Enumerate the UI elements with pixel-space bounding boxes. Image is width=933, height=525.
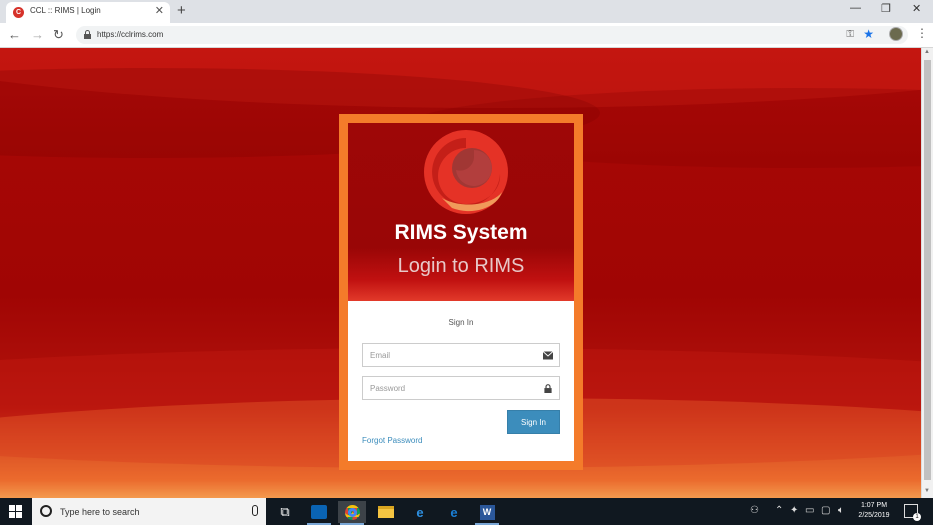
- envelope-icon: [543, 351, 553, 360]
- new-tab-button[interactable]: +: [177, 1, 186, 21]
- url-text: https://cclrims.com: [97, 30, 164, 39]
- scroll-up-icon[interactable]: ▲: [924, 49, 930, 55]
- sign-in-button[interactable]: Sign In: [507, 410, 560, 434]
- microphone-icon[interactable]: [252, 505, 258, 516]
- show-hidden-icons-chevron-icon[interactable]: ⌃: [775, 505, 783, 516]
- clock-time: 1:07 PM: [860, 502, 888, 509]
- volume-icon[interactable]: 🔈︎: [838, 505, 844, 516]
- key-icon[interactable]: ⚿: [846, 29, 854, 40]
- dropbox-icon[interactable]: ✦: [790, 505, 798, 516]
- minimize-window-button[interactable]: —: [850, 2, 861, 14]
- forgot-password-link[interactable]: Forgot Password: [362, 436, 422, 445]
- email-field: [362, 343, 560, 367]
- browser-toolbar: ← → ↻ https://cclrims.com ⚿ ★: [0, 23, 933, 48]
- action-center-icon[interactable]: 1: [904, 504, 921, 521]
- forward-arrow-icon[interactable]: →: [31, 26, 44, 44]
- login-heading: Login to RIMS: [397, 255, 525, 277]
- file-explorer-icon[interactable]: [372, 501, 400, 523]
- people-icon[interactable]: ⚇: [750, 505, 759, 516]
- more-menu-icon[interactable]: ⋮: [916, 26, 928, 40]
- profile-avatar[interactable]: [889, 27, 903, 41]
- login-card: RIMS System Login to RIMS Sign In Sign I…: [339, 114, 583, 470]
- password-field: [362, 376, 560, 400]
- battery-icon[interactable]: ▭: [805, 505, 814, 516]
- windows-start-icon[interactable]: [9, 505, 22, 518]
- taskbar-clock[interactable]: 1:07 PM 2/25/2019: [855, 501, 893, 521]
- reload-icon[interactable]: ↻: [53, 26, 64, 44]
- lock-icon: [84, 30, 91, 39]
- notification-count-badge: 1: [913, 513, 921, 521]
- scroll-thumb[interactable]: [924, 60, 931, 480]
- chrome-icon[interactable]: [338, 501, 366, 525]
- restore-window-button[interactable]: ❐: [881, 2, 891, 15]
- close-tab-icon[interactable]: ✕: [155, 4, 164, 17]
- tab-title: CCL :: RIMS | Login: [30, 6, 101, 15]
- site-favicon-icon: C: [13, 7, 24, 18]
- taskbar-search-placeholder: Type here to search: [60, 507, 140, 517]
- word-icon[interactable]: W: [473, 501, 501, 525]
- edge-icon[interactable]: e: [440, 501, 468, 523]
- close-window-button[interactable]: ✕: [912, 2, 921, 15]
- browser-tab[interactable]: C CCL :: RIMS | Login ✕: [6, 2, 170, 23]
- clock-date: 2/25/2019: [858, 512, 890, 519]
- sign-in-title: Sign In: [448, 318, 474, 327]
- cortana-icon: [40, 505, 52, 517]
- scroll-down-icon[interactable]: ▼: [924, 488, 930, 494]
- back-arrow-icon[interactable]: ←: [8, 26, 21, 44]
- task-view-icon[interactable]: ⧉: [271, 501, 299, 523]
- network-icon[interactable]: ▢: [821, 505, 830, 516]
- internet-explorer-icon[interactable]: e: [406, 501, 434, 523]
- login-form: Sign In Sign In Forgot Password: [348, 301, 574, 461]
- page-scrollbar[interactable]: ▲ ▼: [921, 48, 933, 498]
- login-card-header: RIMS System Login to RIMS: [348, 123, 574, 301]
- taskbar: Type here to search ⧉ e e W ⚇ ⌃ ✦ ▭ ▢ 🔈︎…: [0, 498, 933, 525]
- taskbar-search-box[interactable]: Type here to search: [32, 498, 266, 525]
- padlock-icon: [544, 384, 552, 393]
- outlook-icon[interactable]: [305, 501, 333, 525]
- email-input[interactable]: [363, 344, 539, 366]
- tab-strip: C CCL :: RIMS | Login ✕ + — ❐ ✕: [0, 0, 933, 23]
- app-name: RIMS System: [394, 221, 528, 244]
- rims-logo-icon: [424, 130, 508, 214]
- address-bar[interactable]: https://cclrims.com ⚿ ★: [76, 26, 908, 44]
- password-input[interactable]: [363, 377, 539, 399]
- bookmark-star-icon[interactable]: ★: [863, 27, 874, 41]
